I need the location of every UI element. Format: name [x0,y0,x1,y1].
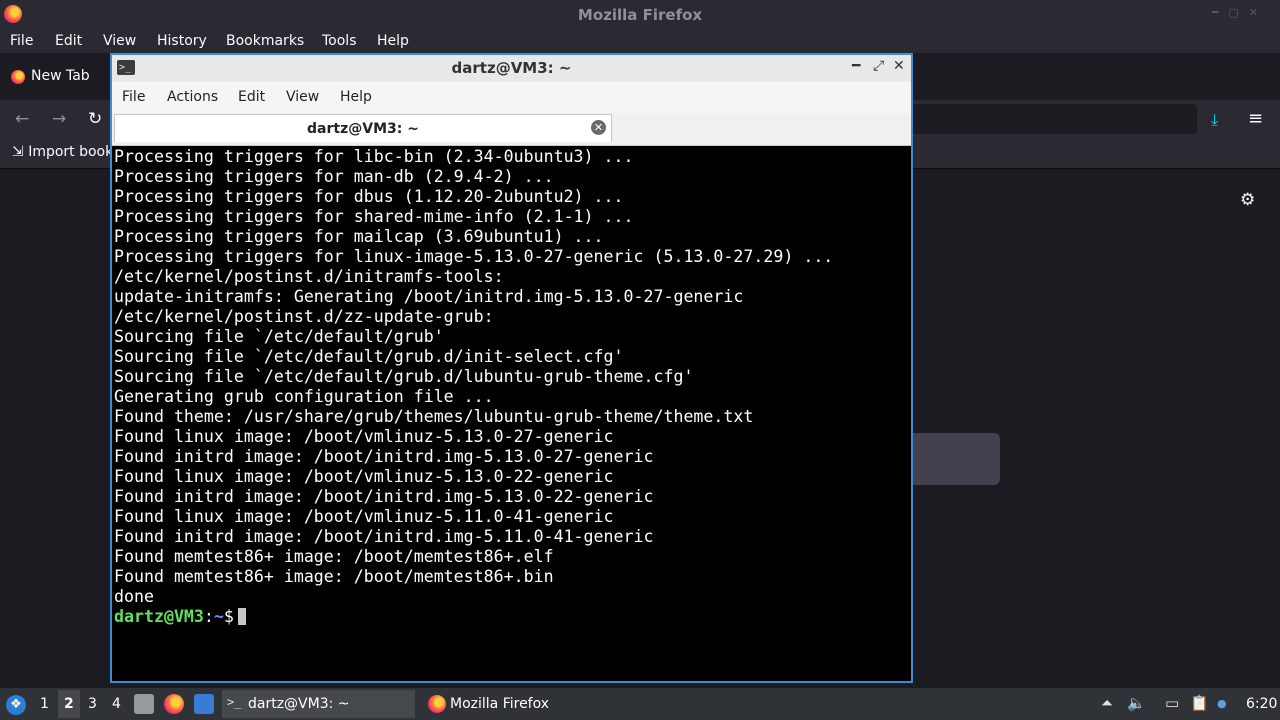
terminal-prompt-line: dartz@VM3:~$ [114,607,908,627]
prompt-symbol: $ [223,607,234,626]
terminal-output-line: Sourcing file `/etc/default/grub.d/init-… [114,347,624,366]
terminal-output-line: Processing triggers for mailcap (3.69ubu… [114,227,604,246]
workspace-2[interactable]: 2 [64,696,74,712]
terminal-output-line: Found linux image: /boot/vmlinuz-5.13.0-… [114,467,614,486]
terminal-output-line: done [114,587,154,606]
terminal-output-line: Sourcing file `/etc/default/grub' [114,327,444,346]
import-bookmarks-button[interactable]: ⇲ Import book [12,144,113,160]
update-notifier-icon[interactable]: ● [1217,697,1227,710]
terminal-tabbar: dartz@VM3: ~ ✕ [112,113,911,146]
terminal-menu-edit[interactable]: Edit [238,89,265,105]
firefox-menu-view[interactable]: View [103,33,136,49]
taskbar [0,688,1280,720]
firefox-tab-new-tab[interactable]: New Tab [31,68,90,84]
firefox-icon [428,695,446,713]
terminal-output-line: Processing triggers for libc-bin (2.34-0… [114,147,634,166]
text-cursor [237,608,246,625]
firefox-menu-edit[interactable]: Edit [55,33,82,49]
terminal-icon: >_ [227,695,242,709]
terminal-output-line: /etc/kernel/postinst.d/zz-update-grub: [114,307,494,326]
minimize-icon[interactable]: ━ [852,58,860,74]
firefox-titlebar: Mozilla Firefox ━▢✕ [0,0,1280,29]
download-icon[interactable]: ⤓ [1211,110,1218,130]
terminal-menu-actions[interactable]: Actions [167,89,218,105]
firefox-menu-bookmarks[interactable]: Bookmarks [226,33,304,49]
workspace-1[interactable]: 1 [40,696,49,712]
terminal-output-line: Processing triggers for dbus (1.12.20-2u… [114,187,624,206]
network-icon[interactable]: ▭ [1165,694,1179,712]
terminal-output-line: Processing triggers for man-db (2.9.4-2)… [114,167,554,186]
workspace-4[interactable]: 4 [112,696,121,712]
terminal-tab[interactable]: dartz@VM3: ~ ✕ [114,114,612,142]
firefox-menu-help[interactable]: Help [377,33,409,49]
firefox-tab-icon [11,70,25,84]
terminal-menubar: File Actions Edit View Help [112,82,911,113]
terminal-tab-label: dartz@VM3: ~ [307,121,419,137]
tray-arrow-icon[interactable]: ⏶ [1101,694,1113,712]
terminal-output-line: Found initrd image: /boot/initrd.img-5.1… [114,527,654,546]
import-icon: ⇲ [12,144,24,160]
hamburger-menu-icon[interactable]: ≡ [1248,108,1263,129]
file-manager-launcher-icon[interactable] [134,694,154,714]
taskbar-task-firefox[interactable]: Mozilla Firefox [425,690,585,718]
tab-close-icon[interactable]: ✕ [591,120,606,135]
volume-icon[interactable]: 🔈 [1127,694,1146,712]
reload-icon[interactable]: ↻ [88,109,102,129]
terminal-output-line: update-initramfs: Generating /boot/initr… [114,287,744,306]
firefox-window-title: Mozilla Firefox [577,6,703,24]
clipboard-icon[interactable]: 📋 [1190,694,1209,712]
terminal-output-line: Processing triggers for shared-mime-info… [114,207,634,226]
forward-icon[interactable]: → [52,109,66,129]
terminal-output-line: Found initrd image: /boot/initrd.img-5.1… [114,487,654,506]
show-desktop-icon[interactable] [194,694,214,714]
taskbar-task-firefox-label: Mozilla Firefox [450,696,550,712]
prompt-user: dartz@VM3 [114,607,204,626]
terminal-menu-file[interactable]: File [122,89,145,105]
terminal-output-line: Found memtest86+ image: /boot/memtest86+… [114,547,554,566]
firefox-menubar: File Edit View History Bookmarks Tools H… [0,29,1280,53]
firefox-menu-tools[interactable]: Tools [322,33,357,49]
back-icon[interactable]: ← [15,109,29,129]
prompt-separator: : [203,607,214,626]
firefox-newtab-search-box[interactable] [912,433,1000,485]
terminal-output-lines: Processing triggers for libc-bin (2.34-0… [114,147,908,607]
taskbar-task-terminal-label: dartz@VM3: ~ [248,696,350,712]
firefox-menu-history[interactable]: History [157,33,207,49]
maximize-icon[interactable]: ⤢ [873,58,884,74]
terminal-output-line: Processing triggers for linux-image-5.13… [114,247,834,266]
firefox-menu-file[interactable]: File [10,33,33,49]
terminal-output-line: Found theme: /usr/share/grub/themes/lubu… [114,407,754,426]
terminal-output-line: Generating grub configuration file ... [114,387,494,406]
clock[interactable]: 6:20 [1246,696,1277,712]
terminal-output-line: Found linux image: /boot/vmlinuz-5.13.0-… [114,427,614,446]
firefox-launcher-icon[interactable] [164,694,184,714]
terminal-output-line: Found initrd image: /boot/initrd.img-5.1… [114,447,654,466]
terminal-menu-view[interactable]: View [286,89,319,105]
terminal-output-line: Found memtest86+ image: /boot/memtest86+… [114,567,554,586]
workspace-3[interactable]: 3 [88,696,97,712]
prompt-path: ~ [213,607,224,626]
close-icon[interactable]: ✕ [893,58,905,74]
terminal-window: >_ dartz@VM3: ~ ━ ⤢ ✕ File Actions Edit … [110,53,913,683]
terminal-output-line: Sourcing file `/etc/default/grub.d/lubun… [114,367,694,386]
terminal-output-line: Found linux image: /boot/vmlinuz-5.11.0-… [114,507,614,526]
firefox-url-bar[interactable] [912,104,1197,134]
terminal-window-title: dartz@VM3: ~ [451,59,572,77]
terminal-output[interactable]: Processing triggers for libc-bin (2.34-0… [114,147,908,681]
import-bookmarks-label: Import book [28,144,114,160]
taskbar-task-terminal[interactable]: >_ dartz@VM3: ~ [222,690,415,718]
firefox-window-controls[interactable]: ━▢✕ [1212,6,1268,19]
terminal-titlebar[interactable]: >_ dartz@VM3: ~ ━ ⤢ ✕ [112,55,911,82]
terminal-output-line: /etc/kernel/postinst.d/initramfs-tools: [114,267,504,286]
settings-gear-icon[interactable]: ⚙ [1240,190,1255,210]
start-menu-icon[interactable]: ❖ [6,695,26,715]
terminal-menu-help[interactable]: Help [340,89,372,105]
